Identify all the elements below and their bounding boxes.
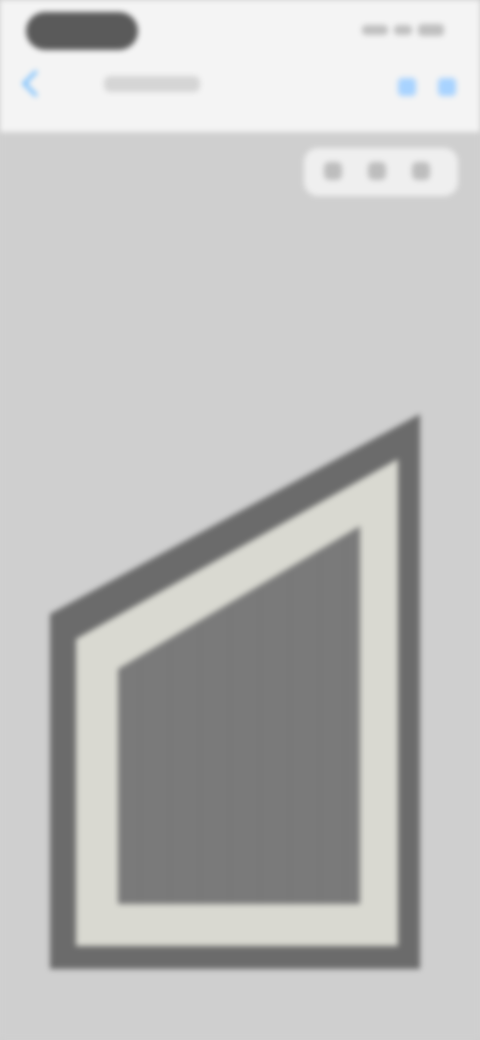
more-icon[interactable] [438,78,456,96]
header [0,0,480,132]
framed-artwork [50,414,420,969]
status-bar [0,0,480,64]
nav-actions [398,78,456,96]
battery-icon [418,24,444,36]
nav-title-placeholder [104,76,200,92]
pill-icon-1 [324,162,342,180]
dynamic-island [26,12,138,50]
photo-viewer-screen [0,0,480,1040]
overlay-pill[interactable] [304,148,458,196]
pill-icon-2 [368,162,386,180]
chevron-left-icon [22,70,49,97]
pill-icon-3 [412,162,430,180]
signal-icon [362,25,388,35]
content-area [0,132,480,1040]
rotate-icon[interactable] [398,78,416,96]
status-icons [362,24,444,36]
wifi-icon [394,25,412,35]
back-button[interactable] [20,70,51,97]
nav-bar [0,64,480,124]
